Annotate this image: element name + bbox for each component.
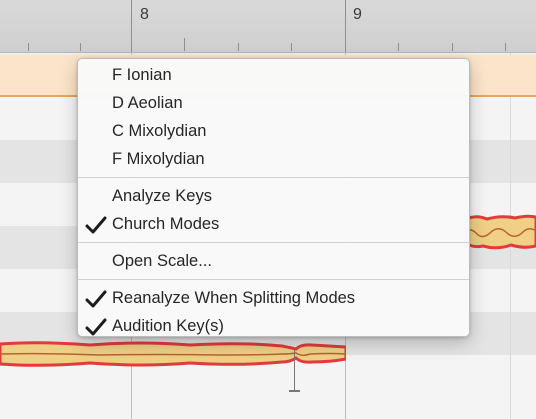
menu-item-analyze-keys[interactable]: Analyze Keys xyxy=(78,182,469,210)
beat-tick xyxy=(28,43,29,51)
menu-item-c-mixolydian[interactable]: C Mixolydian xyxy=(78,117,469,145)
beat-tick xyxy=(452,43,453,51)
bar-tick-8 xyxy=(131,0,132,52)
menu-item-label: F Mixolydian xyxy=(112,150,205,168)
bar-number-8: 8 xyxy=(140,6,149,23)
menu-item-label: Reanalyze When Splitting Modes xyxy=(112,289,356,307)
menu-separator xyxy=(78,177,469,178)
playhead-marker[interactable] xyxy=(294,350,295,392)
menu-item-f-mixolydian[interactable]: F Mixolydian xyxy=(78,145,469,173)
beat-tick xyxy=(80,43,81,51)
menu-item-label: C Mixolydian xyxy=(112,122,207,140)
scale-context-menu: F Ionian D Aeolian C Mixolydian F Mixoly… xyxy=(77,58,470,337)
bar-tick-9 xyxy=(345,0,346,52)
beat-tick xyxy=(398,43,399,51)
menu-separator xyxy=(78,242,469,243)
beat-tick xyxy=(238,43,239,51)
editor-window: 8 9 F Ionian D Aeolian C Mixolydian F Mi… xyxy=(0,0,536,419)
menu-item-d-aeolian[interactable]: D Aeolian xyxy=(78,89,469,117)
menu-item-label: Audition Key(s) xyxy=(112,317,224,335)
menu-item-audition-keys[interactable]: Audition Key(s) xyxy=(78,312,469,340)
beat-tick xyxy=(184,38,185,51)
note-blob[interactable] xyxy=(465,212,536,252)
beat-tick xyxy=(291,43,292,51)
beat-tick xyxy=(505,43,506,51)
menu-item-label: D Aeolian xyxy=(112,94,183,112)
menu-item-label: F Ionian xyxy=(112,66,172,84)
menu-item-label: Analyze Keys xyxy=(112,187,212,205)
checkmark-icon xyxy=(85,290,107,308)
timeline-ruler[interactable]: 8 9 xyxy=(0,0,536,53)
menu-item-open-scale[interactable]: Open Scale... xyxy=(78,247,469,275)
menu-item-f-ionian[interactable]: F Ionian xyxy=(78,61,469,89)
menu-item-label: Open Scale... xyxy=(112,252,212,270)
menu-separator xyxy=(78,279,469,280)
bar-number-9: 9 xyxy=(353,6,362,23)
checkmark-icon xyxy=(85,318,107,336)
menu-item-reanalyze-when-splitting[interactable]: Reanalyze When Splitting Modes xyxy=(78,284,469,312)
checkmark-icon xyxy=(85,216,107,234)
menu-item-church-modes[interactable]: Church Modes xyxy=(78,210,469,238)
playhead-marker-foot xyxy=(289,390,300,392)
menu-item-label: Church Modes xyxy=(112,215,220,233)
